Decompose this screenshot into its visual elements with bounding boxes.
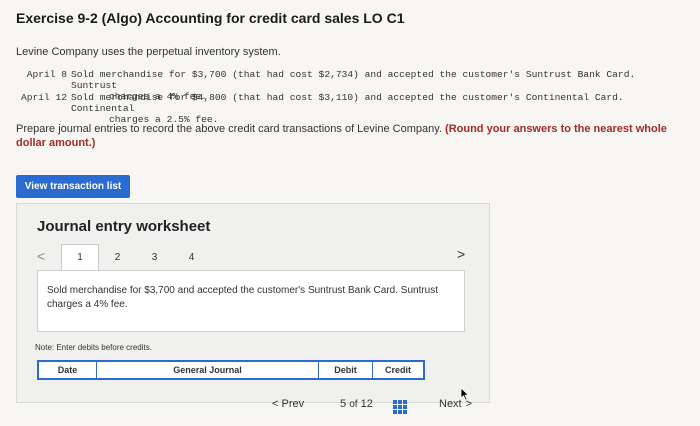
transaction-april-12: April 12 Sold merchandise for $4,800 (tha… — [16, 92, 686, 125]
tab-3[interactable]: 3 — [136, 244, 173, 270]
next-label: Next — [439, 398, 462, 410]
grid-icon[interactable] — [393, 400, 407, 414]
chevron-right-icon[interactable]: > — [457, 246, 465, 262]
page-indicator: 5 of 12 — [340, 398, 373, 410]
transaction-description: Sold merchandise for $3,700 and accepted… — [37, 270, 465, 332]
column-debit: Debit — [319, 362, 373, 378]
chevron-left-icon[interactable]: < — [37, 248, 45, 264]
tab-4[interactable]: 4 — [173, 244, 210, 270]
total-pages: 12 — [360, 398, 373, 410]
journal-table-header: Date General Journal Debit Credit — [37, 360, 425, 380]
worksheet-note: Note: Enter debits before credits. — [35, 343, 152, 352]
transaction-text: Sold merchandise for $3,700 (that had co… — [71, 69, 636, 91]
transaction-date: April 12 — [20, 92, 67, 103]
tab-2[interactable]: 2 — [99, 244, 136, 270]
column-credit: Credit — [384, 365, 411, 375]
instructions-text: Prepare journal entries to record the ab… — [16, 123, 442, 135]
intro-text: Levine Company uses the perpetual invent… — [16, 46, 281, 58]
worksheet-title: Journal entry worksheet — [37, 218, 211, 235]
mouse-cursor-icon — [460, 387, 470, 401]
worksheet-tabs: 1 2 3 4 — [61, 244, 210, 270]
page-title: Exercise 9-2 (Algo) Accounting for credi… — [16, 10, 405, 26]
column-general-journal: General Journal — [97, 362, 319, 378]
prev-button[interactable]: < Prev — [272, 398, 304, 410]
transaction-date: April 8 — [26, 69, 67, 80]
instructions: Prepare journal entries to record the ab… — [16, 122, 686, 150]
journal-entry-worksheet: Journal entry worksheet < 1 2 3 4 > Sold… — [16, 203, 490, 403]
current-page: 5 — [340, 398, 347, 410]
prev-label: Prev — [281, 398, 305, 410]
chevron-left-icon: < — [272, 398, 279, 410]
of-label: of — [349, 399, 358, 410]
transaction-text: Sold merchandise for $4,800 (that had co… — [71, 92, 624, 114]
tab-1[interactable]: 1 — [61, 244, 99, 270]
view-transaction-list-button[interactable]: View transaction list — [16, 175, 130, 198]
column-date: Date — [39, 362, 97, 378]
